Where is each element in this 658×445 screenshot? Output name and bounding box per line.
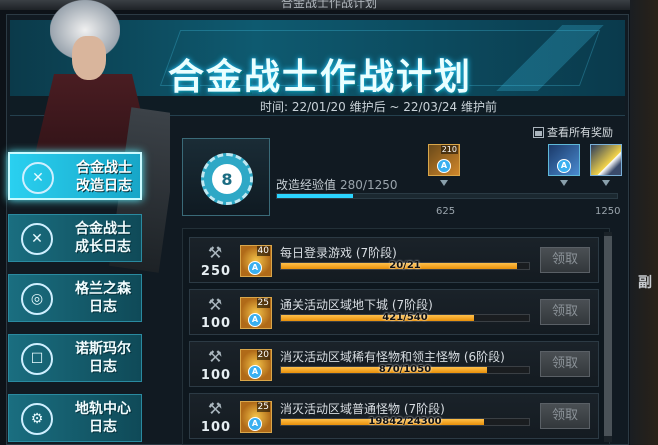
exp-marker-625: 625 (436, 206, 456, 217)
wrench-icon: ⚒ (207, 243, 223, 262)
task-reward-icon[interactable]: 25 A (240, 401, 272, 433)
milestone-reward-625[interactable]: 210 A (428, 144, 460, 176)
wrench-icon: ⚒ (207, 347, 223, 366)
reward-count: 40 (256, 246, 270, 256)
claim-button[interactable]: 领取 (540, 403, 590, 429)
milestone-pointer (602, 180, 610, 186)
reward-grade: A (437, 159, 451, 173)
robot-icon: ☐ (21, 343, 53, 375)
sidebar-label-line2: 成长日志 (75, 239, 131, 255)
view-all-rewards-label: 查看所有奖励 (547, 126, 613, 139)
sidebar-item-label: 格兰之森 日志 (63, 280, 143, 316)
task-name: 消灭活动区域普通怪物 (7阶段) (280, 402, 445, 416)
task-progress-bar: 20/21 (280, 260, 530, 271)
gift-icon (533, 126, 544, 138)
spiral-icon: ◎ (21, 283, 53, 315)
task-row: ⚒ 100 20 A 消灭活动区域稀有怪物和领主怪物 (6阶段) 870/105… (189, 341, 599, 387)
task-reward-icon[interactable]: 20 A (240, 349, 272, 381)
banner-title: 合金战士作战计划 (168, 57, 473, 96)
background-strip (630, 0, 658, 445)
task-points: 250 (200, 264, 232, 279)
reward-grade: A (248, 417, 262, 431)
sidebar-label-line1: 格兰之森 (75, 281, 131, 297)
sidebar-item-label: 合金战士 改造日志 (64, 159, 144, 195)
machine-icon: ⚙ (21, 403, 53, 435)
sidebar-item-label: 合金战士 成长日志 (63, 220, 143, 256)
wrench-icon: ⚒ (207, 295, 223, 314)
exp-value: 280/1250 (340, 178, 398, 192)
gear-icon: ✕ (21, 223, 53, 255)
task-reward-icon[interactable]: 25 A (240, 297, 272, 329)
exp-progress-bar (276, 193, 618, 199)
reward-grade: A (248, 261, 262, 275)
task-list-scrollbar[interactable] (604, 232, 612, 442)
milestone-pointer (440, 180, 448, 186)
claim-button[interactable]: 领取 (540, 247, 590, 273)
exp-label: 改造经验值 280/1250 (276, 176, 398, 193)
sidebar-label-line2: 改造日志 (76, 178, 132, 194)
sidebar-item-label: 地轨中心 日志 (63, 400, 143, 436)
scrollbar-thumb[interactable] (604, 236, 612, 436)
task-name: 每日登录游戏 (7阶段) (280, 246, 397, 260)
task-name: 消灭活动区域稀有怪物和领主怪物 (6阶段) (280, 350, 505, 364)
level-value: 8 (212, 164, 242, 194)
background-side-text: 副 (638, 275, 652, 291)
character-face (72, 36, 106, 80)
task-name: 通关活动区域地下城 (7阶段) (280, 298, 433, 312)
sidebar-label-line1: 诺斯玛尔 (75, 341, 131, 357)
sidebar-label-line2: 日志 (89, 419, 117, 435)
level-gear-icon: 8 (201, 153, 253, 205)
task-reward-icon[interactable]: 40 A (240, 245, 272, 277)
claim-button[interactable]: 领取 (540, 351, 590, 377)
claim-button[interactable]: 领取 (540, 299, 590, 325)
task-row: ⚒ 100 25 A 通关活动区域地下城 (7阶段) 421/540 领取 (189, 289, 599, 335)
reward-grade: A (248, 313, 262, 327)
banner-decoration (480, 25, 620, 91)
exp-progress-fill (277, 194, 354, 198)
task-list: ⚒ 250 40 A 每日登录游戏 (7阶段) 20/21 领取 ⚒ 100 2… (182, 228, 610, 445)
level-panel: 8 (182, 138, 270, 216)
exp-marker-1250: 1250 (595, 206, 621, 217)
sidebar-label-line2: 日志 (89, 299, 117, 315)
event-window: 合金战士作战计划 合金战士作战计划 时间: 22/01/20 维护后 ~ 22/… (0, 0, 658, 445)
task-points: 100 (200, 316, 232, 331)
reward-count: 25 (256, 298, 270, 308)
milestone-pointer (560, 180, 568, 186)
sidebar-item-gran-forest[interactable]: ◎ 格兰之森 日志 (8, 274, 142, 322)
view-all-rewards-link[interactable]: 查看所有奖励 (533, 124, 613, 140)
reward-grade: A (248, 365, 262, 379)
sidebar-item-alloy-modify[interactable]: ✕ 合金战士 改造日志 (8, 152, 142, 200)
reward-count: 20 (256, 350, 270, 360)
milestone-reward-1250-b[interactable] (590, 144, 622, 176)
task-row: ⚒ 100 25 A 消灭活动区域普通怪物 (7阶段) 19842/24300 … (189, 393, 599, 439)
reward-count: 210 (440, 145, 458, 154)
task-progress-text: 19842/24300 (368, 416, 442, 427)
exp-label-text: 改造经验值 (276, 178, 337, 192)
task-progress-text: 870/1050 (378, 364, 432, 375)
sidebar-item-label: 诺斯玛尔 日志 (63, 340, 143, 376)
task-progress-text: 421/540 (382, 312, 428, 323)
task-progress-bar: 421/540 (280, 312, 530, 323)
sidebar-item-ground-rail[interactable]: ⚙ 地轨中心 日志 (8, 394, 142, 442)
sidebar-label-line1: 合金战士 (76, 160, 132, 176)
wrench-icon: ⚒ (207, 399, 223, 418)
event-date-range: 时间: 22/01/20 维护后 ~ 22/03/24 维护前 (260, 100, 497, 114)
task-progress-text: 20/21 (389, 260, 421, 271)
task-points: 100 (200, 420, 232, 435)
sidebar-item-nosmar[interactable]: ☐ 诺斯玛尔 日志 (8, 334, 142, 382)
reward-count: 25 (256, 402, 270, 412)
task-points: 100 (200, 368, 232, 383)
gear-icon: ✕ (22, 162, 54, 194)
task-row: ⚒ 250 40 A 每日登录游戏 (7阶段) 20/21 领取 (189, 237, 599, 283)
task-progress-bar: 19842/24300 (280, 416, 530, 427)
sidebar-item-alloy-growth[interactable]: ✕ 合金战士 成长日志 (8, 214, 142, 262)
sidebar-label-line2: 日志 (89, 359, 117, 375)
sidebar-label-line1: 地轨中心 (75, 401, 131, 417)
milestone-reward-1250-a[interactable]: A (548, 144, 580, 176)
task-progress-bar: 870/1050 (280, 364, 530, 375)
sidebar-label-line1: 合金战士 (75, 221, 131, 237)
reward-grade: A (557, 159, 571, 173)
